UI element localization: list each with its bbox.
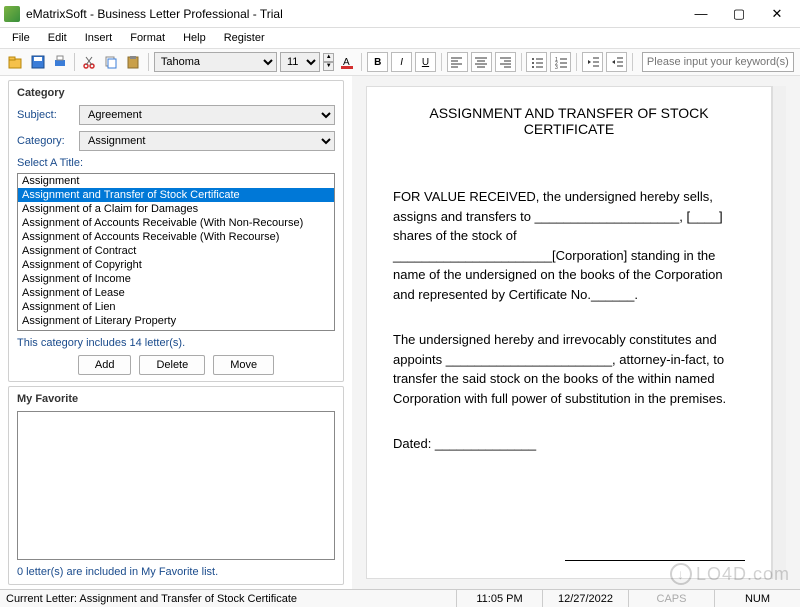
close-button[interactable]: ✕: [758, 2, 796, 26]
document-panel: ASSIGNMENT AND TRANSFER OF STOCK CERTIFI…: [352, 76, 800, 589]
vertical-scrollbar[interactable]: [772, 86, 786, 579]
favorite-group-title: My Favorite: [17, 393, 335, 405]
subject-select[interactable]: Agreement: [79, 105, 335, 125]
includes-count: This category includes 14 letter(s).: [17, 337, 335, 349]
align-center-icon[interactable]: [471, 52, 492, 72]
font-family-select[interactable]: Tahoma: [154, 52, 277, 72]
doc-paragraph: The undersigned hereby and irrevocably c…: [393, 330, 745, 408]
italic-button[interactable]: I: [391, 52, 412, 72]
list-item[interactable]: Assignment of a Claim for Damages: [18, 202, 334, 216]
favorite-group: My Favorite 0 letter(s) are included in …: [8, 386, 344, 585]
svg-text:3: 3: [555, 65, 558, 69]
font-size-spinner[interactable]: ▲▼: [323, 53, 334, 71]
outdent-icon[interactable]: [582, 52, 603, 72]
add-button[interactable]: Add: [78, 355, 132, 375]
list-item[interactable]: Assignment of Literary Property: [18, 314, 334, 328]
list-item[interactable]: Assignment of Income: [18, 272, 334, 286]
cut-icon[interactable]: [80, 52, 99, 72]
list-item[interactable]: Assignment of Lien: [18, 300, 334, 314]
print-icon[interactable]: [50, 52, 69, 72]
status-current-letter: Current Letter: Assignment and Transfer …: [0, 590, 456, 607]
menu-format[interactable]: Format: [122, 30, 173, 46]
doc-signature-line: [565, 560, 745, 561]
statusbar: Current Letter: Assignment and Transfer …: [0, 589, 800, 607]
list-item[interactable]: Assignment of Copyright: [18, 258, 334, 272]
maximize-button[interactable]: ▢: [720, 2, 758, 26]
bold-button[interactable]: B: [367, 52, 388, 72]
number-list-icon[interactable]: 123: [550, 52, 571, 72]
list-item[interactable]: Assignment and Transfer of Stock Certifi…: [18, 188, 334, 202]
menu-file[interactable]: File: [4, 30, 38, 46]
menu-insert[interactable]: Insert: [77, 30, 121, 46]
delete-button[interactable]: Delete: [139, 355, 205, 375]
copy-icon[interactable]: [102, 52, 121, 72]
menu-register[interactable]: Register: [216, 30, 273, 46]
app-icon: [4, 6, 20, 22]
category-select[interactable]: Assignment: [79, 131, 335, 151]
favorite-listbox[interactable]: [17, 411, 335, 560]
menubar: File Edit Insert Format Help Register: [0, 28, 800, 48]
underline-button[interactable]: U: [415, 52, 436, 72]
doc-title: ASSIGNMENT AND TRANSFER OF STOCK CERTIFI…: [393, 105, 745, 137]
font-size-select[interactable]: 11: [280, 52, 320, 72]
align-left-icon[interactable]: [447, 52, 468, 72]
list-item[interactable]: Assignment of Accounts Receivable (With …: [18, 230, 334, 244]
select-title-label: Select A Title:: [17, 157, 335, 169]
category-label: Category:: [17, 135, 73, 147]
toolbar: Tahoma 11 ▲▼ A B I U 123: [0, 48, 800, 76]
list-item[interactable]: Assignment of Accounts Receivable (With …: [18, 216, 334, 230]
search-input[interactable]: [642, 52, 794, 72]
status-date: 12/27/2022: [542, 590, 628, 607]
font-color-icon[interactable]: A: [337, 52, 356, 72]
align-right-icon[interactable]: [495, 52, 516, 72]
left-panel: Category Subject: Agreement Category: As…: [0, 76, 352, 589]
subject-label: Subject:: [17, 109, 73, 121]
doc-paragraph: FOR VALUE RECEIVED, the undersigned here…: [393, 187, 745, 304]
bullet-list-icon[interactable]: [526, 52, 547, 72]
window-title: eMatrixSoft - Business Letter Profession…: [26, 7, 682, 21]
open-icon[interactable]: [6, 52, 25, 72]
list-item[interactable]: Assignment of Lease: [18, 286, 334, 300]
status-caps: CAPS: [628, 590, 714, 607]
list-item[interactable]: Assignment: [18, 174, 334, 188]
content-area: Category Subject: Agreement Category: As…: [0, 76, 800, 589]
list-item[interactable]: Assignment of Contract: [18, 244, 334, 258]
minimize-button[interactable]: —: [682, 2, 720, 26]
status-time: 11:05 PM: [456, 590, 542, 607]
status-num: NUM: [714, 590, 800, 607]
titles-listbox[interactable]: AssignmentAssignment and Transfer of Sto…: [17, 173, 335, 331]
document-preview[interactable]: ASSIGNMENT AND TRANSFER OF STOCK CERTIFI…: [366, 86, 772, 579]
category-group: Category Subject: Agreement Category: As…: [8, 80, 344, 382]
move-button[interactable]: Move: [213, 355, 274, 375]
menu-help[interactable]: Help: [175, 30, 214, 46]
indent-icon[interactable]: [606, 52, 627, 72]
doc-dated: Dated: ______________: [393, 434, 745, 454]
titlebar: eMatrixSoft - Business Letter Profession…: [0, 0, 800, 28]
save-icon[interactable]: [28, 52, 47, 72]
favorite-count: 0 letter(s) are included in My Favorite …: [17, 566, 335, 578]
category-group-title: Category: [17, 87, 335, 99]
paste-icon[interactable]: [124, 52, 143, 72]
list-item[interactable]: Assignment of Security Interest: [18, 328, 334, 331]
menu-edit[interactable]: Edit: [40, 30, 75, 46]
svg-text:A: A: [343, 57, 350, 68]
